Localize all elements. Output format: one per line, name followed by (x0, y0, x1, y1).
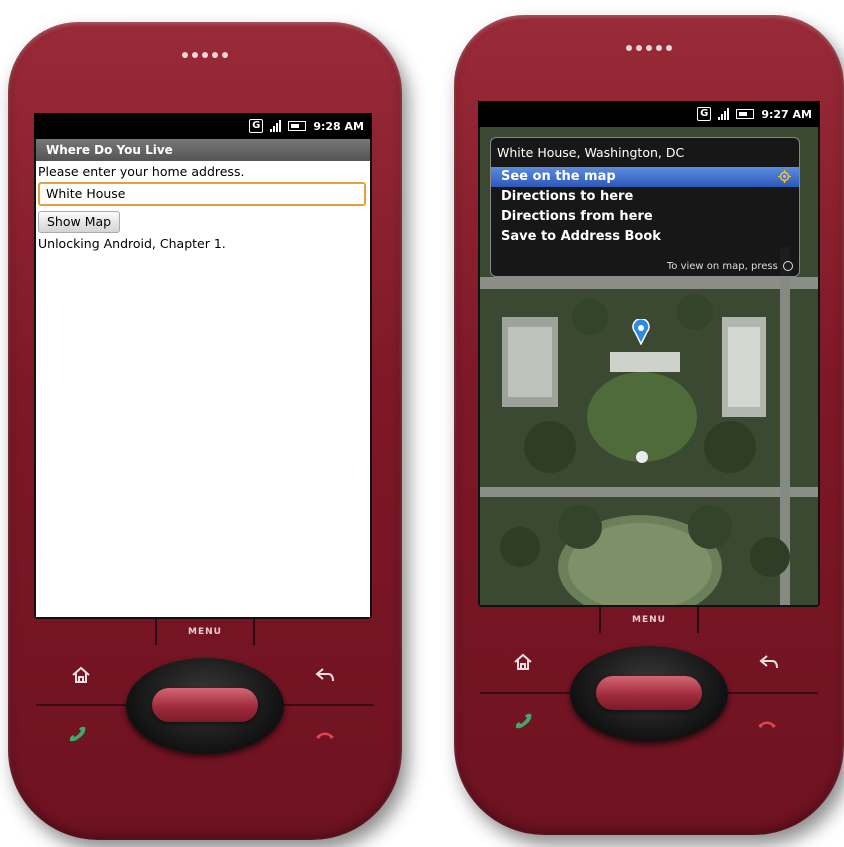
divider-left (36, 704, 126, 706)
app-title: Where Do You Live (36, 139, 370, 161)
trackball[interactable] (126, 658, 284, 754)
menu-item-save-address[interactable]: Save to Address Book (491, 227, 799, 247)
home-icon[interactable] (512, 652, 534, 672)
gps-target-icon (778, 170, 791, 183)
popup-hint-text: To view on map, press (666, 261, 778, 272)
status-time: 9:28 AM (313, 119, 364, 133)
status-time: 9:27 AM (761, 107, 812, 121)
address-input[interactable]: White House (38, 182, 366, 206)
end-call-icon[interactable] (756, 714, 778, 734)
address-prompt: Please enter your home address. (38, 164, 245, 179)
speaker-grille (626, 45, 672, 51)
right-phone: G 9:27 AM White House, Washington, DC Se… (454, 15, 844, 835)
status-bar: G 9:28 AM (34, 113, 372, 139)
battery-icon (736, 109, 755, 119)
menu-button[interactable]: MENU (599, 607, 699, 633)
satellite-map[interactable]: White House, Washington, DC See on the m… (480, 127, 818, 605)
app-content: Where Do You Live Please enter your home… (36, 139, 370, 617)
call-icon[interactable] (512, 712, 534, 732)
divider-left (480, 692, 570, 694)
signal-icon (718, 108, 730, 120)
show-map-button[interactable]: Show Map (38, 211, 121, 233)
menu-button[interactable]: MENU (155, 619, 255, 645)
battery-icon (288, 121, 307, 131)
back-icon[interactable] (758, 652, 780, 672)
end-call-icon[interactable] (314, 725, 336, 745)
trackball-icon (783, 261, 793, 271)
right-screen: G 9:27 AM White House, Washington, DC Se… (478, 101, 820, 607)
map-pin-icon[interactable] (632, 319, 650, 345)
menu-item-label: See on the map (501, 169, 616, 184)
network-indicator: G (249, 119, 264, 133)
status-bar: G 9:27 AM (478, 101, 820, 127)
speaker-grille (182, 52, 228, 58)
network-indicator: G (697, 107, 712, 121)
menu-item-see-on-map[interactable]: See on the map (491, 167, 799, 187)
signal-icon (270, 120, 282, 132)
divider-right (284, 704, 374, 706)
popup-title: White House, Washington, DC (497, 145, 685, 160)
call-icon[interactable] (66, 725, 88, 745)
menu-item-directions-to[interactable]: Directions to here (491, 187, 799, 207)
address-popup: White House, Washington, DC See on the m… (490, 137, 800, 277)
menu-item-directions-from[interactable]: Directions from here (491, 207, 799, 227)
popup-hint: To view on map, press (667, 261, 793, 272)
trackball[interactable] (570, 646, 728, 742)
divider-right (728, 692, 818, 694)
left-screen: G 9:28 AM Where Do You Live Please enter… (34, 113, 372, 619)
caption-text: Unlocking Android, Chapter 1. (38, 236, 226, 251)
trackball-center[interactable] (152, 688, 258, 722)
back-icon[interactable] (314, 665, 336, 685)
trackball-center[interactable] (596, 676, 702, 710)
home-icon[interactable] (70, 665, 92, 685)
left-phone: G 9:28 AM Where Do You Live Please enter… (8, 22, 402, 840)
